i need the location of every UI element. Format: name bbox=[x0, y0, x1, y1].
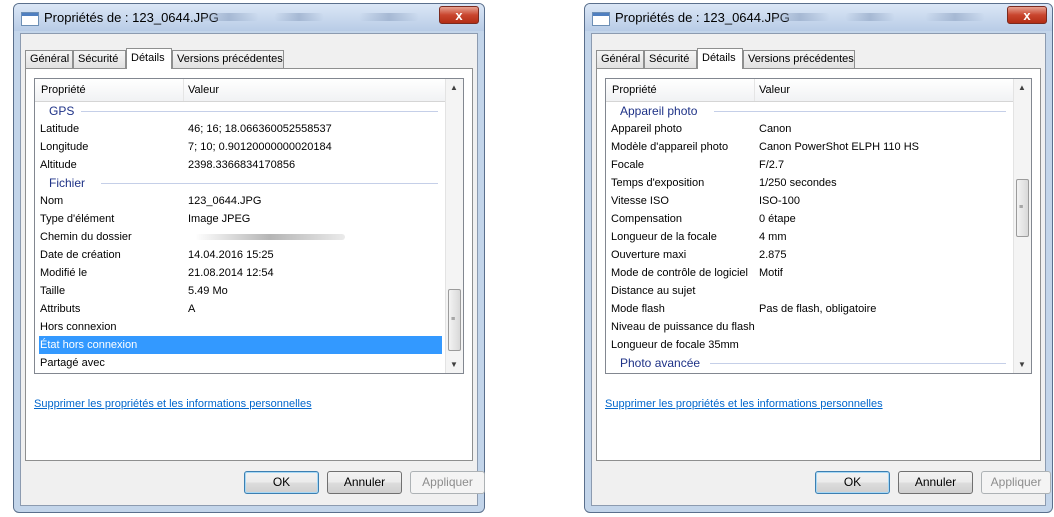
cancel-button[interactable]: Annuler bbox=[327, 471, 402, 494]
list-header: Propriété Valeur bbox=[35, 79, 446, 102]
scroll-down-icon[interactable]: ▼ bbox=[446, 356, 462, 373]
cancel-button[interactable]: Annuler bbox=[898, 471, 973, 494]
list-item[interactable]: Latitude 46; 16; 18.066360052558537 bbox=[35, 120, 446, 138]
window-title: Propriétés de : 123_0644.JPG bbox=[615, 10, 790, 25]
list-item[interactable]: Longueur de focale 35mm bbox=[606, 336, 1014, 354]
properties-dialog-right: Propriétés de : 123_0644.JPG x Général S… bbox=[584, 3, 1053, 513]
ok-button[interactable]: OK bbox=[244, 471, 319, 494]
column-header-value[interactable]: Valeur bbox=[759, 84, 790, 96]
details-page: Propriété Valeur Appareil photo Appareil… bbox=[596, 68, 1041, 461]
list-item[interactable]: Mode de contrôle de logiciel Motif bbox=[606, 264, 1014, 282]
blurred-title-area bbox=[274, 13, 324, 21]
scroll-up-icon[interactable]: ▲ bbox=[1014, 79, 1030, 96]
list-header: Propriété Valeur bbox=[606, 79, 1014, 102]
ok-button[interactable]: OK bbox=[815, 471, 890, 494]
details-page: Propriété Valeur GPS Latitude 46; 16; 18.… bbox=[25, 68, 473, 461]
group-header-camera: Appareil photo bbox=[606, 102, 1014, 120]
tab-security[interactable]: Sécurité bbox=[644, 50, 697, 68]
blurred-title-area bbox=[359, 13, 419, 21]
list-item[interactable]: Nom 123_0644.JPG bbox=[35, 192, 446, 210]
list-item[interactable]: Vitesse ISO ISO-100 bbox=[606, 192, 1014, 210]
vertical-scrollbar[interactable]: ▲ ≡ ▼ bbox=[1013, 79, 1031, 373]
list-item[interactable]: Longitude 7; 10; 0.90120000000020184 bbox=[35, 138, 446, 156]
tab-general[interactable]: Général bbox=[596, 50, 644, 68]
list-item[interactable]: Modifié le 21.08.2014 12:54 bbox=[35, 264, 446, 282]
scroll-up-icon[interactable]: ▲ bbox=[446, 79, 462, 96]
vertical-scrollbar[interactable]: ▲ ≡ ▼ bbox=[445, 79, 463, 373]
window-icon bbox=[592, 12, 610, 26]
list-item[interactable]: Taille 5.49 Mo bbox=[35, 282, 446, 300]
group-header-gps: GPS bbox=[35, 102, 446, 120]
remove-properties-link[interactable]: Supprimer les propriétés et les informat… bbox=[34, 398, 312, 410]
tab-previous-versions[interactable]: Versions précédentes bbox=[172, 50, 284, 68]
list-item[interactable]: Modèle d'appareil photo Canon PowerShot E… bbox=[606, 138, 1014, 156]
blurred-title-area bbox=[925, 13, 985, 21]
dialog-body: Général Sécurité Détails Versions précéd… bbox=[20, 33, 485, 506]
list-item[interactable]: Niveau de puissance du flash bbox=[606, 318, 1014, 336]
column-header-property[interactable]: Propriété bbox=[612, 84, 657, 96]
list-rows: Appareil photo Appareil photo Canon Modèl… bbox=[606, 102, 1014, 373]
list-rows: GPS Latitude 46; 16; 18.066360052558537 L… bbox=[35, 102, 446, 373]
property-list[interactable]: Propriété Valeur Appareil photo Appareil… bbox=[605, 78, 1032, 374]
tab-general[interactable]: Général bbox=[25, 50, 73, 68]
apply-button[interactable]: Appliquer bbox=[410, 471, 485, 494]
close-button[interactable]: x bbox=[439, 6, 479, 24]
tab-details[interactable]: Détails bbox=[697, 48, 743, 69]
list-item[interactable]: Longueur de la focale 4 mm bbox=[606, 228, 1014, 246]
column-header-value[interactable]: Valeur bbox=[188, 84, 219, 96]
blurred-folder-path bbox=[195, 234, 345, 240]
title-bar[interactable]: Propriétés de : 123_0644.JPG x bbox=[585, 4, 1052, 31]
tab-security[interactable]: Sécurité bbox=[73, 50, 126, 68]
list-item[interactable]: Focale F/2.7 bbox=[606, 156, 1014, 174]
tab-details[interactable]: Détails bbox=[126, 48, 172, 69]
list-item[interactable]: Distance au sujet bbox=[606, 282, 1014, 300]
list-item[interactable]: Attributs A bbox=[35, 300, 446, 318]
dialog-body: Général Sécurité Détails Versions précéd… bbox=[591, 33, 1051, 506]
list-item[interactable]: Altitude 2398.3366834170856 bbox=[35, 156, 446, 174]
column-header-property[interactable]: Propriété bbox=[41, 84, 86, 96]
scroll-thumb[interactable]: ≡ bbox=[448, 289, 461, 351]
title-bar[interactable]: Propriétés de : 123_0644.JPG x bbox=[14, 4, 484, 31]
properties-dialog-left: Propriétés de : 123_0644.JPG x Général S… bbox=[13, 3, 485, 513]
apply-button[interactable]: Appliquer bbox=[981, 471, 1051, 494]
list-item-selected[interactable]: État hors connexion bbox=[39, 336, 442, 354]
list-item[interactable]: Mode flash Pas de flash, obligatoire bbox=[606, 300, 1014, 318]
list-item[interactable]: Chemin du dossier bbox=[35, 228, 446, 246]
list-item[interactable]: Hors connexion bbox=[35, 318, 446, 336]
blurred-title-area bbox=[199, 13, 259, 21]
property-list[interactable]: Propriété Valeur GPS Latitude 46; 16; 18.… bbox=[34, 78, 464, 374]
list-item[interactable]: Partagé avec bbox=[35, 354, 446, 372]
blurred-title-area bbox=[845, 13, 895, 21]
remove-properties-link[interactable]: Supprimer les propriétés et les informat… bbox=[605, 398, 883, 410]
close-button[interactable]: x bbox=[1007, 6, 1047, 24]
blurred-title-area bbox=[770, 13, 830, 21]
scroll-down-icon[interactable]: ▼ bbox=[1014, 356, 1030, 373]
group-header-file: Fichier bbox=[35, 174, 446, 192]
list-item[interactable]: Date de création 14.04.2016 15:25 bbox=[35, 246, 446, 264]
scroll-thumb[interactable]: ≡ bbox=[1016, 179, 1029, 237]
window-icon bbox=[21, 12, 39, 26]
list-item[interactable]: Type d'élément Image JPEG bbox=[35, 210, 446, 228]
window-title: Propriétés de : 123_0644.JPG bbox=[44, 10, 219, 25]
list-item[interactable]: Ouverture maxi 2.875 bbox=[606, 246, 1014, 264]
list-item[interactable]: Temps d'exposition 1/250 secondes bbox=[606, 174, 1014, 192]
group-header-advanced: Photo avancée bbox=[606, 354, 1014, 372]
tab-previous-versions[interactable]: Versions précédentes bbox=[743, 50, 855, 68]
list-item[interactable]: Compensation 0 étape bbox=[606, 210, 1014, 228]
list-item[interactable]: Appareil photo Canon bbox=[606, 120, 1014, 138]
